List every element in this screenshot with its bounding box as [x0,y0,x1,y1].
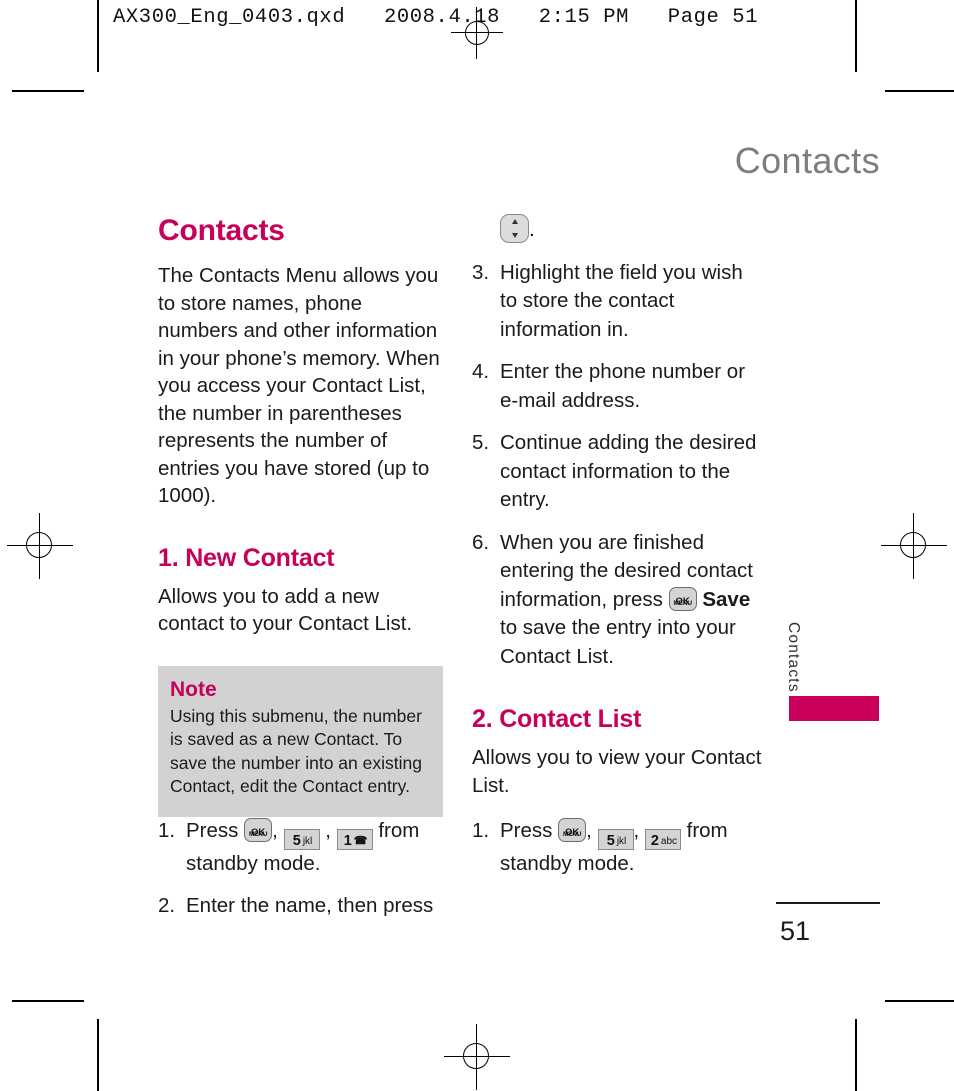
five-key-digit: 5 [292,832,301,849]
crop-mark-bottom-left-h [12,1000,84,1002]
menu-ok-key-line2: OK [250,826,266,838]
continued-period: . [529,218,535,241]
crop-mark-bottom-right-v [855,1019,857,1091]
page-title: Contacts [158,214,285,247]
menu-ok-key-icon: MENU OK [244,817,273,842]
step-item: 4. Enter the phone number or e-mail addre… [472,358,762,415]
steps-list-new-contact: 1. Press MENU OK , 5 jkl , 1 ☎ from standby… [158,817,443,921]
step-text-after: to save the entry into your Contact List… [500,616,736,668]
step-item: 1. Press MENU OK , 5 jkl, 2 abc from standb… [472,818,728,875]
crop-mark-top-right-h [885,90,954,92]
step-number: 3. [472,260,490,284]
note-text: Using this submenu, the number is saved … [170,705,422,797]
five-jkl-key-icon: 5 jkl [283,828,320,850]
two-abc-key-icon: 2 abc [644,829,681,850]
steps-list-contact-list: 1. Press MENU OK , 5 jkl, 2 abc from standb… [472,817,762,879]
crop-mark-top-left-v [97,0,99,72]
step-text-pre: Press [186,818,239,842]
crop-mark-bottom-right-h [885,1000,954,1002]
registration-mark-bottom [444,1024,510,1090]
one-key-digit: 1 [343,832,352,849]
note-box: Note Using this submenu, the number is s… [158,665,443,817]
print-job-header: AX300_Eng_0403.qxd 2008.4.18 2:15 PM Pag… [113,6,759,29]
one-voicemail-key-icon: 1 ☎ [336,828,373,850]
step-text: Enter the phone number or e-mail address… [500,360,746,412]
step-number: 5. [472,431,490,454]
step-number: 1. [472,819,490,842]
section-description-new-contact: Allows you to add a new contact to your … [158,584,413,636]
section-heading-contact-list: 2. Contact List [472,705,642,733]
voicemail-icon: ☎ [353,834,368,847]
step-item: 6. When you are finished entering the des… [472,529,762,672]
two-key-digit: 2 [650,833,659,849]
step-item: 3. Highlight the field you wish to store … [472,259,762,345]
note-title: Note [170,677,217,701]
side-tab-marker [789,696,879,721]
side-tab-label: Contacts [785,622,802,693]
running-head: Contacts [734,140,880,181]
steps-list-new-contact-continued: 3. Highlight the field you wish to store … [472,259,762,672]
crop-mark-top-right-v [855,0,857,72]
step-number: 6. [472,530,490,554]
step-text: Highlight the field you wish to store th… [500,260,743,341]
five-key-letters: jkl [616,836,627,847]
menu-ok-key-icon: MENU OK [668,586,697,611]
page-number: 51 [780,916,811,946]
registration-mark-right [881,513,947,579]
navigation-key-icon [500,214,529,243]
menu-ok-key-line2: OK [564,827,580,838]
left-column: Contacts The Contacts Menu allows you to… [158,214,443,935]
step-text: Continue adding the desired contact info… [500,431,757,511]
chapter-intro-paragraph: The Contacts Menu allows you to store na… [158,264,440,507]
section-description-contact-list: Allows you to view your Contact List. [472,746,762,797]
crop-mark-bottom-left-v [97,1019,99,1091]
five-key-letters: jkl [302,835,313,847]
right-column: . 3. Highlight the field you wish to stor… [472,214,762,893]
chevron-up-icon [511,219,518,224]
chevron-down-icon [511,233,518,238]
registration-mark-top [451,7,503,59]
menu-ok-key-icon: MENU OK [558,818,587,842]
step-number: 2. [158,894,176,917]
save-label: Save [702,587,751,611]
step-number: 4. [472,360,490,383]
five-jkl-key-icon: 5 jkl [597,829,634,850]
step-number: 1. [158,818,176,842]
registration-mark-left [7,513,73,579]
continued-nav-key-line: . [472,214,762,245]
five-key-digit: 5 [606,833,615,849]
crop-mark-top-left-h [12,90,84,92]
step-item: 5. Continue adding the desired contact in… [472,429,762,515]
section-heading-new-contact: 1. New Contact [158,543,335,572]
folio-rule [776,902,880,904]
two-key-letters: abc [660,836,678,847]
step-text-pre: Enter the name, then press [186,894,434,917]
step-text-pre: Press [500,819,553,842]
step-item: 2. Enter the name, then press [158,892,443,921]
step-item: 1. Press MENU OK , 5 jkl , 1 ☎ from standby… [158,817,420,875]
menu-ok-key-line2: OK [675,595,690,607]
